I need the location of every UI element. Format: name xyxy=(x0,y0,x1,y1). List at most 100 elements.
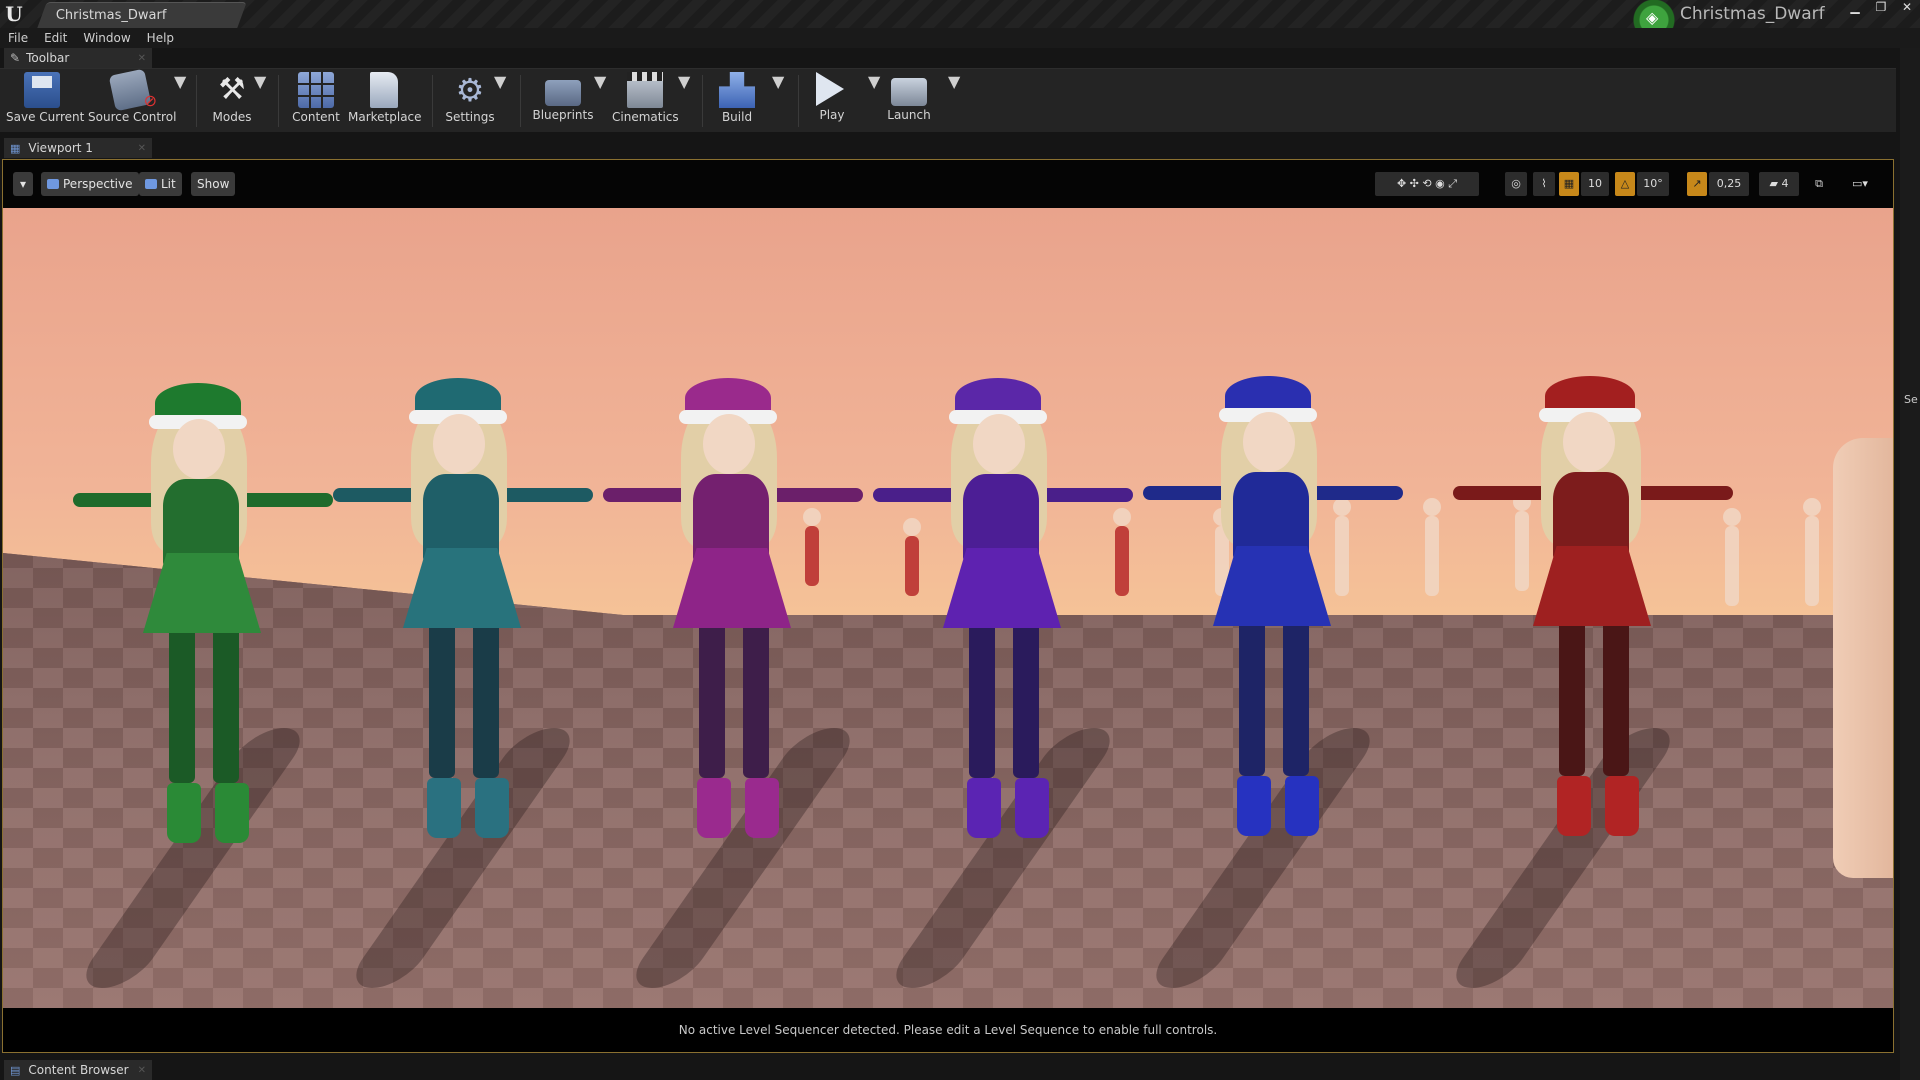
marketplace-button[interactable]: Marketplace xyxy=(348,72,422,132)
toolbar-separator xyxy=(278,75,279,127)
modes-button[interactable]: ⚒ Modes xyxy=(208,72,256,132)
cinematics-label: Cinematics xyxy=(612,110,679,124)
unreal-logo-icon: U xyxy=(5,2,23,26)
close-tab-icon[interactable]: ✕ xyxy=(138,1065,146,1076)
dwarf-character-teal[interactable] xyxy=(333,378,593,858)
modes-dropdown-icon[interactable]: ▼ xyxy=(254,72,266,132)
build-label: Build xyxy=(721,110,753,124)
toolbar-separator xyxy=(520,75,521,127)
content-label: Content xyxy=(292,110,340,124)
rotation-snap-toggle[interactable]: △ xyxy=(1615,172,1635,196)
close-tab-icon[interactable]: ✕ xyxy=(138,53,146,64)
toolbar-tab-label: Toolbar xyxy=(26,51,70,65)
source-control-label: Source Control xyxy=(88,110,177,124)
toolbar-separator xyxy=(196,75,197,127)
menu-help[interactable]: Help xyxy=(147,31,174,45)
main-toolbar: Save Current Source Control ▼ ⚒ Modes ▼ … xyxy=(0,68,1896,132)
content-icon xyxy=(298,72,334,108)
viewport-options-dropdown[interactable]: ▾ xyxy=(13,172,33,196)
blueprints-dropdown-icon[interactable]: ▼ xyxy=(594,72,606,132)
close-button[interactable]: ✕ xyxy=(1894,0,1920,16)
dwarf-character-purple[interactable] xyxy=(873,378,1133,858)
camera-speed-value: 4 xyxy=(1781,177,1789,190)
level-scene[interactable] xyxy=(3,208,1893,1008)
lit-button[interactable]: Lit xyxy=(139,172,182,196)
viewport[interactable]: ▾ Perspective Lit Show ✥ ✣ ⟲ ◉ ⤢ ◎ ⌇ ▦ 1… xyxy=(2,159,1894,1053)
surface-snap-icon[interactable]: ⌇ xyxy=(1533,172,1555,196)
perspective-button[interactable]: Perspective xyxy=(41,172,139,196)
show-button[interactable]: Show xyxy=(191,172,236,196)
world-local-icon[interactable]: ◎ xyxy=(1505,172,1527,196)
blueprints-icon xyxy=(545,80,581,106)
content-button[interactable]: Content xyxy=(292,72,340,132)
play-icon xyxy=(816,72,844,106)
build-dropdown-icon[interactable]: ▼ xyxy=(772,72,784,132)
modes-label: Modes xyxy=(212,110,252,124)
settings-gear-icon: ⚙ xyxy=(455,71,485,109)
cinematics-dropdown-icon[interactable]: ▼ xyxy=(678,72,690,132)
dwarf-character-magenta[interactable] xyxy=(603,378,863,858)
rotation-snap-value[interactable]: 10° xyxy=(1637,172,1669,196)
marketplace-label: Marketplace xyxy=(348,110,422,124)
scale-snap-value[interactable]: 0,25 xyxy=(1709,172,1749,196)
layout-dropdown-icon[interactable]: ▭▾ xyxy=(1837,172,1883,196)
source-control-button[interactable]: Source Control xyxy=(88,68,177,132)
modes-icon: ⚒ xyxy=(218,72,246,107)
play-button[interactable]: Play xyxy=(810,72,854,132)
content-browser-tab[interactable]: ▤ Content Browser ✕ xyxy=(4,1060,152,1080)
scale-snap-toggle[interactable]: ↗ xyxy=(1687,172,1707,196)
settings-dropdown-icon[interactable]: ▼ xyxy=(494,72,506,132)
toolbar-separator xyxy=(432,75,433,127)
perspective-label: Perspective xyxy=(63,177,133,191)
play-dropdown-icon[interactable]: ▼ xyxy=(868,72,880,132)
launch-button[interactable]: Launch xyxy=(886,72,932,132)
transform-tools[interactable]: ✥ ✣ ⟲ ◉ ⤢ xyxy=(1375,172,1479,196)
document-tab[interactable]: Christmas_Dwarf xyxy=(37,2,247,28)
blueprints-button[interactable]: Blueprints xyxy=(532,72,594,132)
show-label: Show xyxy=(197,177,230,191)
save-current-button[interactable]: Save Current xyxy=(6,72,85,132)
content-browser-label: Content Browser xyxy=(28,1063,129,1077)
launch-icon xyxy=(891,78,927,106)
project-name: Christmas_Dwarf xyxy=(1680,4,1825,24)
content-browser-icon: ▤ xyxy=(10,1063,21,1077)
clapperboard-icon xyxy=(627,72,663,108)
details-panel-label: Se xyxy=(1904,393,1918,406)
source-control-dropdown-icon[interactable]: ▼ xyxy=(174,72,186,132)
launch-label: Launch xyxy=(887,108,931,122)
grid-snap-value[interactable]: 10 xyxy=(1581,172,1609,196)
maximize-viewport-icon[interactable]: ⧉ xyxy=(1809,172,1829,196)
close-tab-icon[interactable]: ✕ xyxy=(138,143,146,154)
toolbar-tab[interactable]: ✎ Toolbar ✕ xyxy=(4,48,152,68)
menu-file[interactable]: File xyxy=(8,31,28,45)
dwarf-character-green[interactable] xyxy=(73,383,333,863)
play-label: Play xyxy=(819,108,845,122)
dwarf-character-red[interactable] xyxy=(1453,376,1733,856)
source-control-icon xyxy=(108,68,152,112)
settings-button[interactable]: ⚙ Settings xyxy=(444,72,496,132)
grid-snap-toggle[interactable]: ▦ xyxy=(1559,172,1579,196)
perspective-cube-icon xyxy=(47,179,59,189)
toolbar-separator xyxy=(702,75,703,127)
lit-label: Lit xyxy=(161,177,176,191)
level-sequencer-status: No active Level Sequencer detected. Plea… xyxy=(3,1008,1893,1052)
menu-window[interactable]: Window xyxy=(83,31,130,45)
build-button[interactable]: Build xyxy=(714,72,760,132)
minimize-button[interactable]: ▁ xyxy=(1842,0,1868,16)
viewport-tab[interactable]: ▦ Viewport 1 ✕ xyxy=(4,138,152,158)
viewport-icon: ▦ xyxy=(10,141,21,155)
dwarf-character-blue[interactable] xyxy=(1143,376,1403,856)
title-bar: U Christmas_Dwarf Christmas_Dwarf ▁ ❐ ✕ xyxy=(0,0,1920,42)
viewport-tab-label: Viewport 1 xyxy=(28,141,93,155)
maximize-button[interactable]: ❐ xyxy=(1868,0,1894,16)
menu-edit[interactable]: Edit xyxy=(44,31,67,45)
camera-speed[interactable]: ▰ 4 xyxy=(1759,172,1799,196)
cinematics-button[interactable]: Cinematics xyxy=(612,72,679,132)
build-icon xyxy=(719,72,755,108)
launch-dropdown-icon[interactable]: ▼ xyxy=(948,72,960,132)
lit-sphere-icon xyxy=(145,179,157,189)
save-current-label: Save Current xyxy=(6,110,85,124)
partial-character-right xyxy=(1833,438,1893,878)
details-panel-edge[interactable]: Se xyxy=(1900,48,1920,1080)
viewport-toolbar: ▾ Perspective Lit Show ✥ ✣ ⟲ ◉ ⤢ ◎ ⌇ ▦ 1… xyxy=(3,160,1893,208)
